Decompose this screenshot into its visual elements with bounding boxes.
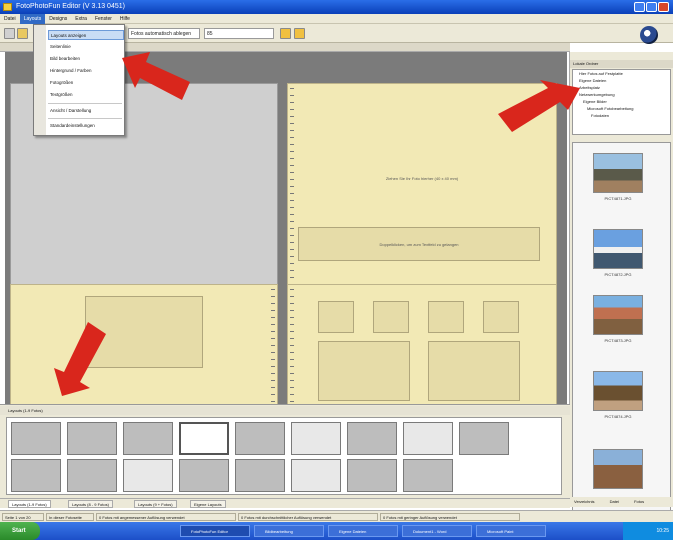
red-arrow-folders <box>498 80 580 132</box>
red-arrow-menu <box>122 52 190 100</box>
red-arrow-layouts <box>54 322 106 396</box>
annotation-arrows <box>54 52 580 396</box>
